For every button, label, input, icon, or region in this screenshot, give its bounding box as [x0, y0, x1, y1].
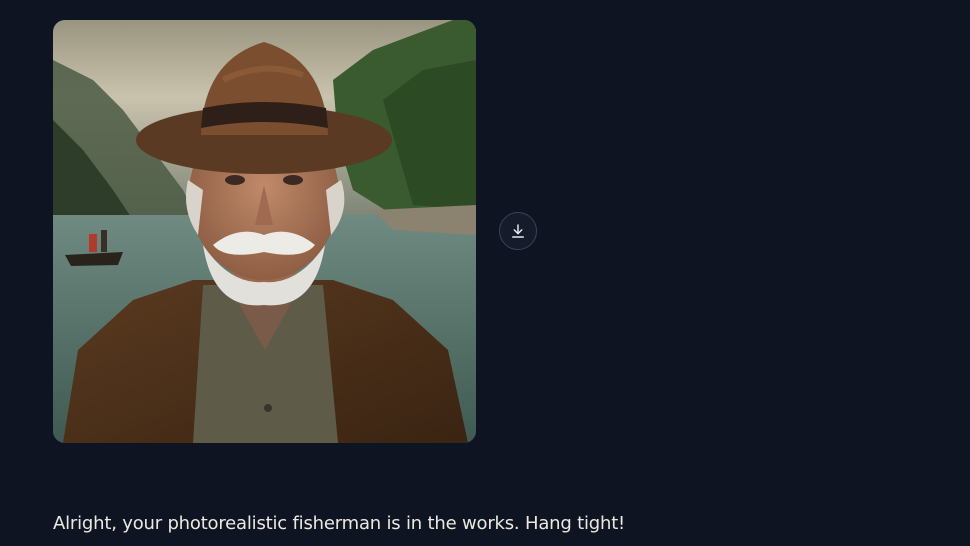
generated-image[interactable]: [53, 20, 476, 443]
chat-page: Alright, your photorealistic fisherman i…: [0, 0, 970, 546]
download-icon: [512, 224, 524, 238]
download-button[interactable]: [499, 212, 537, 250]
assistant-message: Alright, your photorealistic fisherman i…: [53, 513, 626, 534]
fisherman-illustration: [53, 20, 476, 443]
